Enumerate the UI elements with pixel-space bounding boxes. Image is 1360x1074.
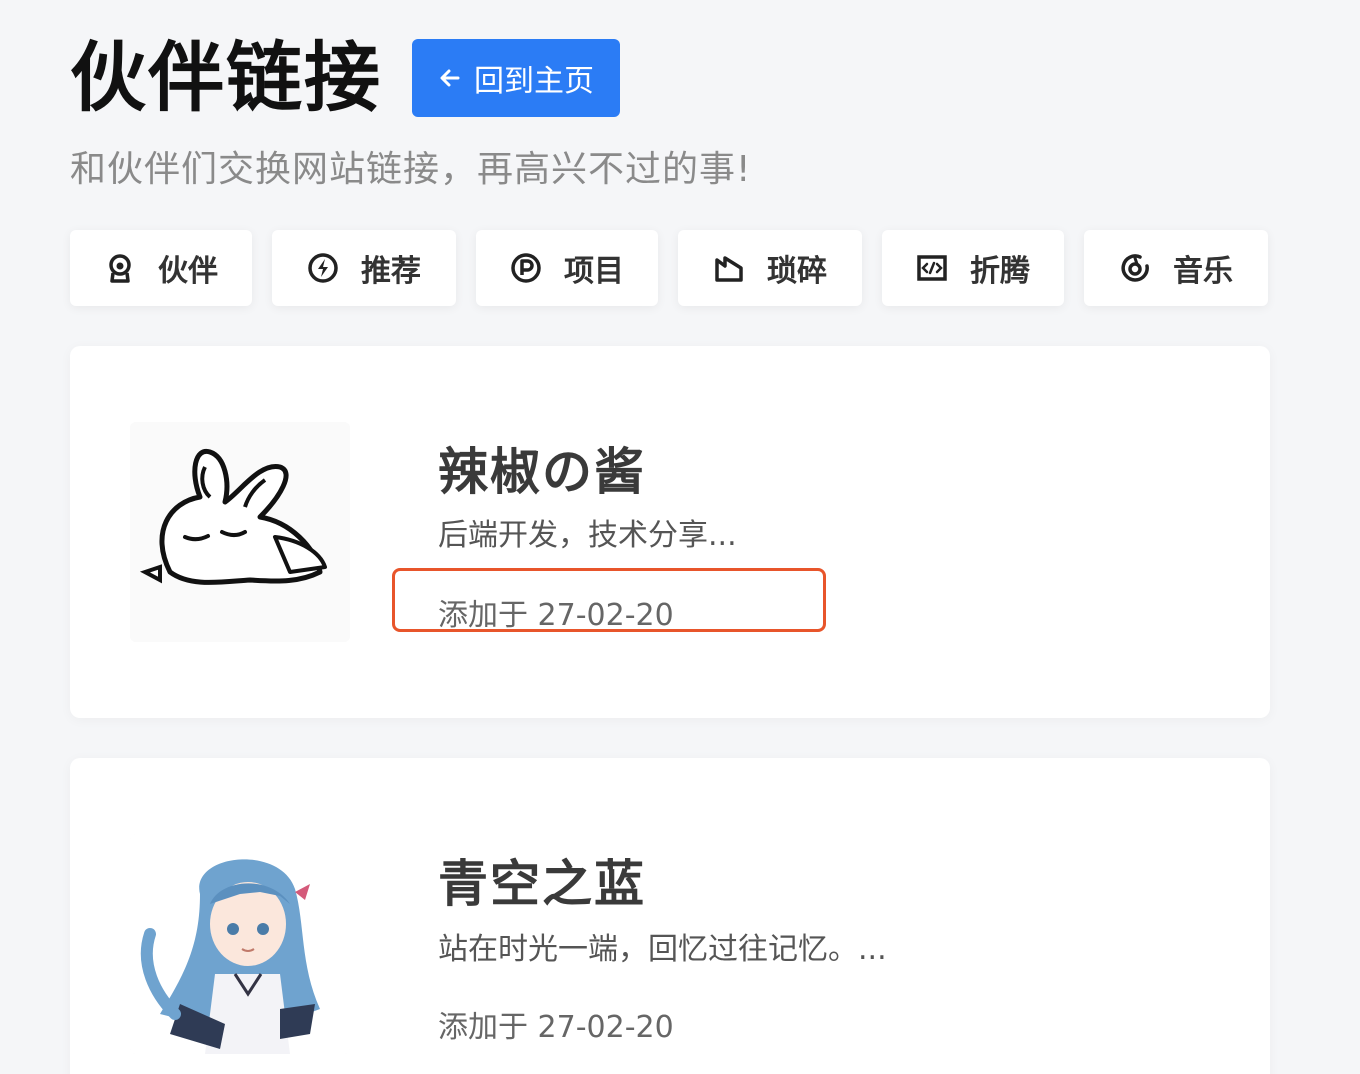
music-icon — [1119, 252, 1151, 284]
tab-recommend[interactable]: 推荐 — [272, 230, 456, 306]
page-title: 伙伴链接 — [70, 33, 382, 122]
tab-label: 琐碎 — [767, 254, 827, 289]
project-icon — [510, 252, 542, 284]
category-tabs: 伙伴 推荐 项目 琐碎 折腾 音乐 — [70, 230, 1268, 306]
tab-partner[interactable]: 伙伴 — [70, 230, 252, 306]
partner-icon — [104, 252, 136, 284]
tab-trivia[interactable]: 琐碎 — [678, 230, 862, 306]
back-home-button[interactable]: 回到主页 — [412, 39, 620, 117]
tab-label: 项目 — [564, 254, 624, 289]
friend-description: 站在时光一端，回忆过往记忆。... — [438, 932, 887, 967]
friend-name[interactable]: 辣椒の酱 — [438, 432, 646, 504]
anime-girl-avatar — [130, 834, 350, 1054]
page-header: 伙伴链接 回到主页 — [70, 34, 620, 122]
tab-label: 伙伴 — [158, 254, 218, 289]
bolt-icon — [307, 252, 339, 284]
friend-name[interactable]: 青空之蓝 — [438, 844, 646, 916]
friend-card[interactable]: 青空之蓝 站在时光一端，回忆过往记忆。... 添加于 27-02-20 — [70, 758, 1270, 1074]
friends-page: 伙伴链接 回到主页 和伙伴们交换网站链接，再高兴不过的事! 伙伴 推荐 项目 琐… — [0, 0, 1360, 1074]
rabbit-avatar — [130, 422, 350, 642]
tab-label: 折腾 — [970, 254, 1030, 289]
back-home-label: 回到主页 — [474, 64, 594, 99]
code-icon — [916, 252, 948, 284]
date-highlight-box — [392, 568, 826, 632]
friend-added-date: 添加于 27-02-20 — [438, 1010, 674, 1045]
arrow-left-icon — [438, 66, 462, 90]
trivia-icon — [713, 252, 745, 284]
page-subtitle: 和伙伴们交换网站链接，再高兴不过的事! — [70, 149, 752, 190]
friend-card[interactable]: 辣椒の酱 后端开发，技术分享... 添加于 27-02-20 — [70, 346, 1270, 718]
tab-music[interactable]: 音乐 — [1084, 230, 1268, 306]
tab-label: 音乐 — [1173, 254, 1233, 289]
tab-label: 推荐 — [361, 254, 421, 289]
friend-description: 后端开发，技术分享... — [438, 518, 737, 553]
tab-project[interactable]: 项目 — [476, 230, 658, 306]
tab-tinker[interactable]: 折腾 — [882, 230, 1064, 306]
